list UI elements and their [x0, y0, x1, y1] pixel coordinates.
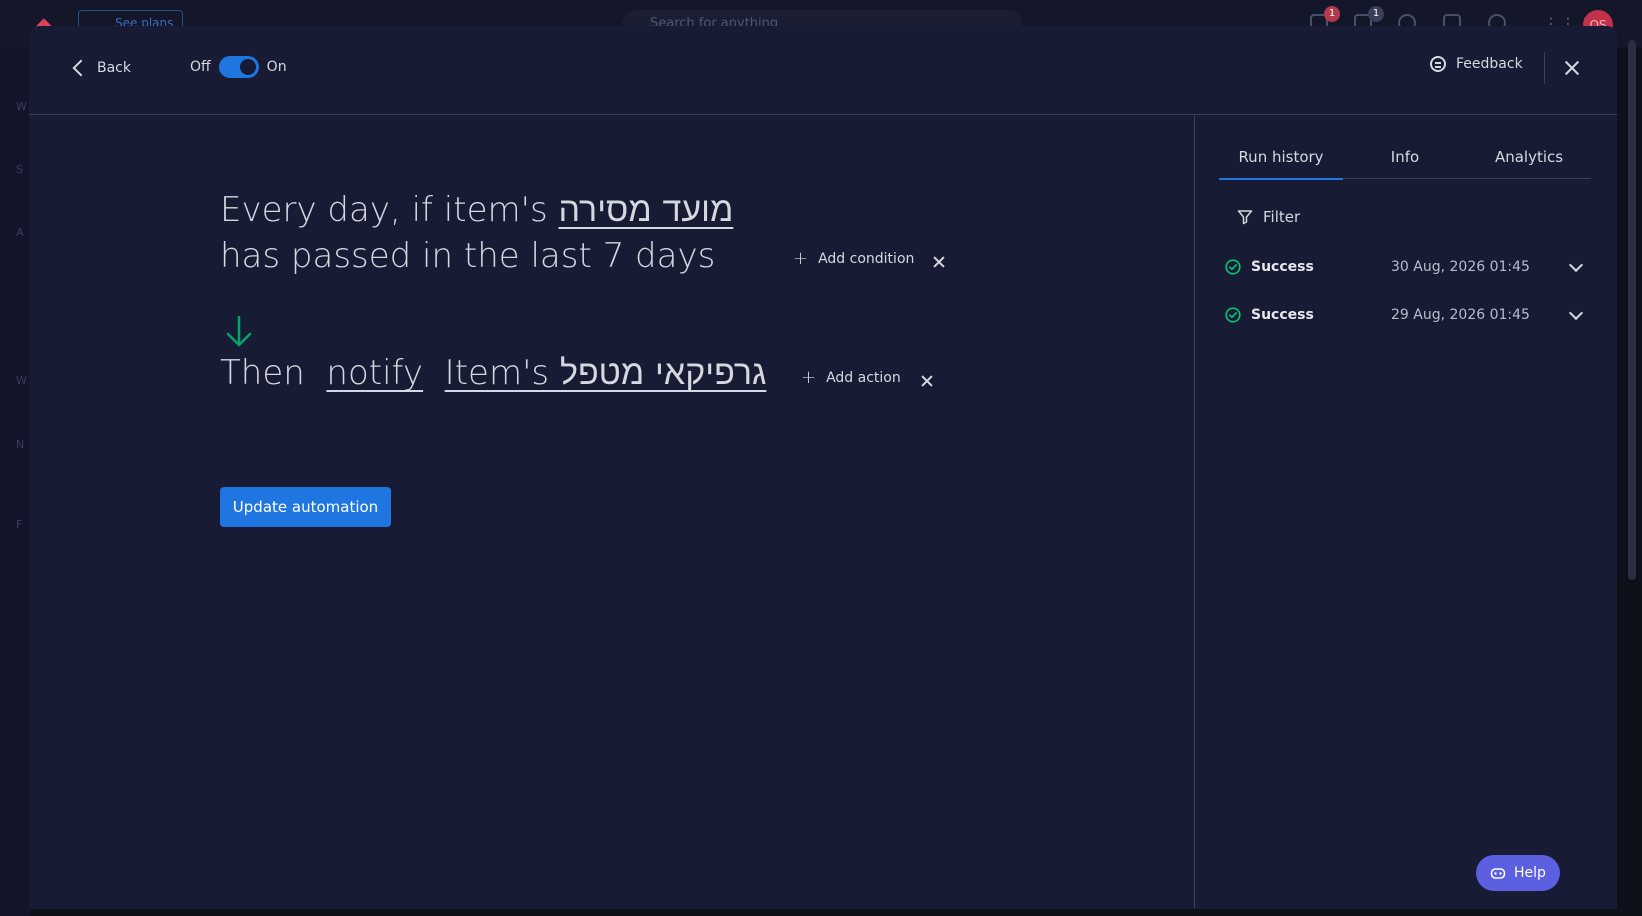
toggle-on-label: On: [266, 59, 287, 75]
trigger-sentence: Every day, if item's מועד מסירה has pass…: [220, 187, 733, 279]
plus-icon: +: [801, 367, 817, 388]
automation-recipe-editor: Every day, if item's מועד מסירה has pass…: [29, 115, 1194, 909]
check-circle-icon: [1225, 259, 1241, 275]
run-history-row[interactable]: Success 30 Aug, 2026 01:45: [1225, 252, 1585, 282]
run-status: Success: [1251, 307, 1314, 323]
help-button[interactable]: Help: [1476, 855, 1560, 891]
tab-analytics[interactable]: Analytics: [1467, 145, 1591, 178]
automation-editor-modal: Back Off On Feedback Every day, if item'…: [29, 26, 1617, 909]
filter-label: Filter: [1263, 208, 1301, 226]
check-circle-icon: [1225, 307, 1241, 323]
action-target-selector[interactable]: Item's גרפיקאי מטפל: [445, 353, 767, 393]
funnel-icon: [1237, 210, 1253, 225]
run-history-panel: Run history Info Analytics Filter Succes…: [1194, 115, 1617, 909]
run-status: Success: [1251, 259, 1314, 275]
plus-icon: +: [793, 248, 809, 269]
back-label: Back: [97, 60, 131, 76]
add-action-label: Add action: [826, 370, 901, 386]
add-condition-label: Add condition: [818, 251, 915, 267]
feedback-label: Feedback: [1456, 56, 1523, 72]
chevron-left-icon: [72, 59, 90, 77]
help-label: Help: [1514, 865, 1546, 881]
action-verb-selector[interactable]: notify: [326, 353, 423, 393]
trigger-prefix: Every day, if item's: [220, 190, 548, 230]
side-panel-tabs: Run history Info Analytics: [1219, 145, 1591, 180]
chevron-down-icon[interactable]: [1568, 305, 1584, 321]
automation-toggle-group: Off On: [190, 56, 287, 78]
update-automation-button[interactable]: Update automation: [220, 487, 391, 527]
add-action-button[interactable]: + Add action: [801, 369, 901, 387]
tab-info[interactable]: Info: [1343, 145, 1467, 178]
inbox-badge: 1: [1368, 6, 1384, 22]
background-left-nav: W S A W N F: [0, 48, 30, 916]
run-timestamp: 29 Aug, 2026 01:45: [1391, 307, 1530, 323]
action-sentence: Then notify Item's גרפיקאי מטפל: [220, 350, 766, 396]
robot-help-icon: [1490, 868, 1506, 879]
chevron-down-icon[interactable]: [1568, 257, 1584, 273]
automation-on-off-toggle[interactable]: [218, 56, 259, 78]
action-prefix: Then: [220, 353, 305, 393]
background-scrollbar[interactable]: [1628, 40, 1636, 580]
add-condition-button[interactable]: + Add condition: [793, 250, 914, 268]
trigger-suffix[interactable]: has passed in the last 7 days: [220, 236, 715, 276]
feedback-button[interactable]: Feedback: [1430, 56, 1523, 72]
notification-badge: 1: [1324, 6, 1340, 22]
run-timestamp: 30 Aug, 2026 01:45: [1391, 259, 1530, 275]
remove-action-close-icon[interactable]: [920, 374, 934, 388]
filter-button[interactable]: Filter: [1237, 208, 1300, 226]
toggle-off-label: Off: [190, 59, 211, 75]
toggle-knob: [239, 59, 256, 75]
arrow-down-icon: [226, 315, 252, 347]
trigger-column-selector[interactable]: מועד מסירה: [559, 190, 734, 230]
back-button[interactable]: Back: [69, 56, 131, 80]
run-history-row[interactable]: Success 29 Aug, 2026 01:45: [1225, 300, 1585, 330]
tab-run-history[interactable]: Run history: [1219, 145, 1343, 180]
modal-header: Back Off On Feedback: [29, 26, 1617, 115]
chat-bubble-icon: [1430, 56, 1446, 72]
header-divider: [1544, 52, 1545, 84]
remove-trigger-close-icon[interactable]: [932, 255, 946, 269]
close-icon[interactable]: [1562, 58, 1582, 78]
